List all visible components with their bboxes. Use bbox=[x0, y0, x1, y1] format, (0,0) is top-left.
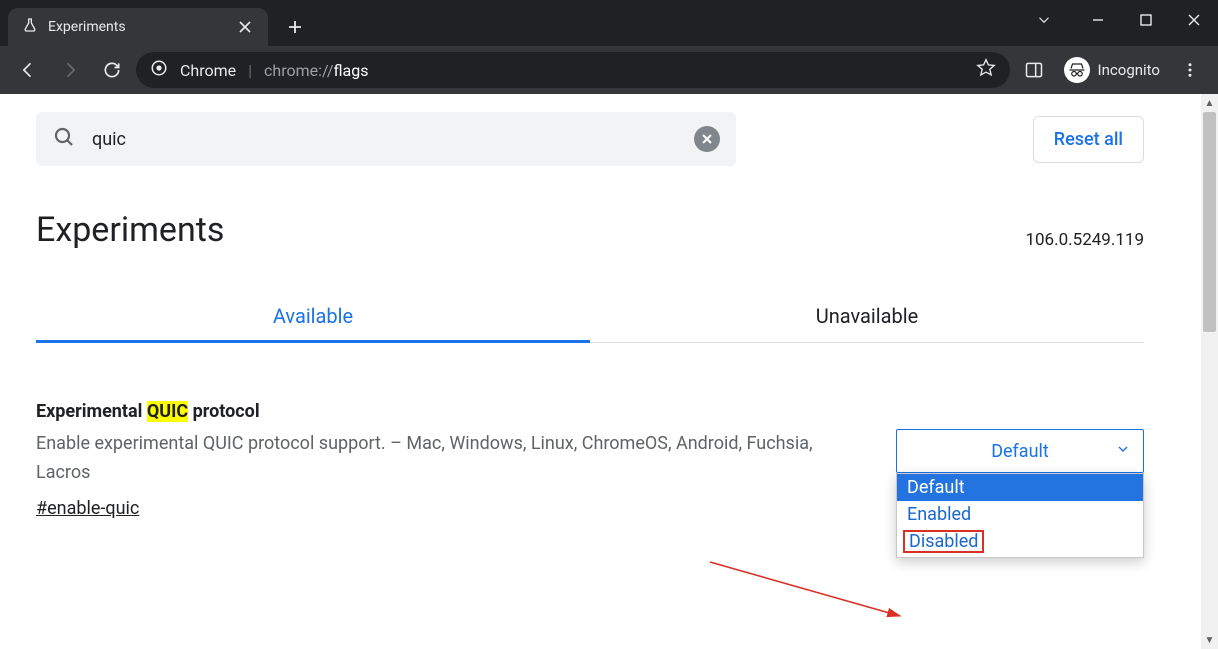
search-icon bbox=[52, 125, 76, 153]
tabs: Available Unavailable bbox=[36, 290, 1144, 343]
flag-title: Experimental QUIC protocol bbox=[36, 401, 866, 422]
search-input[interactable] bbox=[90, 128, 680, 151]
scrollbar[interactable]: ▲ ▼ bbox=[1201, 94, 1218, 649]
toolbar: Chrome | chrome://flags Incognito bbox=[0, 46, 1218, 94]
close-tab-icon[interactable] bbox=[236, 18, 254, 36]
option-enabled[interactable]: Enabled bbox=[897, 501, 1143, 528]
page-title: Experiments bbox=[36, 210, 224, 250]
flag-select-dropdown: Default Enabled Disabled bbox=[896, 473, 1144, 558]
address-bar[interactable]: Chrome | chrome://flags bbox=[136, 52, 1010, 88]
flask-icon bbox=[22, 17, 38, 37]
chevron-down-icon bbox=[1115, 441, 1131, 462]
reload-button[interactable] bbox=[94, 52, 130, 88]
clear-search-icon[interactable] bbox=[694, 126, 720, 152]
tab-search-icon[interactable] bbox=[1020, 0, 1068, 40]
side-panel-icon[interactable] bbox=[1016, 52, 1052, 88]
annotation-arrow bbox=[700, 554, 920, 634]
version-label: 106.0.5249.119 bbox=[1025, 230, 1144, 250]
tab-available[interactable]: Available bbox=[36, 290, 590, 342]
search-box[interactable] bbox=[36, 112, 736, 166]
scroll-down-icon[interactable]: ▼ bbox=[1201, 631, 1218, 649]
page-body: ▲ ▼ Reset all Experiments 106.0.5249.119… bbox=[0, 94, 1218, 649]
omnibox-origin-label: Chrome bbox=[180, 61, 236, 80]
scroll-thumb[interactable] bbox=[1203, 112, 1216, 332]
titlebar: Experiments bbox=[0, 0, 1218, 46]
incognito-label: Incognito bbox=[1098, 61, 1160, 79]
flag-description: Enable experimental QUIC protocol suppor… bbox=[36, 430, 866, 488]
omnibox-separator: | bbox=[248, 61, 252, 80]
incognito-icon bbox=[1064, 57, 1090, 83]
maximize-button[interactable] bbox=[1122, 0, 1170, 40]
tab-title: Experiments bbox=[48, 19, 226, 35]
scroll-up-icon[interactable]: ▲ bbox=[1201, 94, 1218, 112]
option-disabled[interactable]: Disabled bbox=[903, 530, 984, 553]
minimize-button[interactable] bbox=[1074, 0, 1122, 40]
flag-select[interactable]: Default bbox=[896, 429, 1144, 473]
flag-hash-link[interactable]: #enable-quic bbox=[36, 498, 139, 519]
flag-row: Experimental QUIC protocol Enable experi… bbox=[36, 401, 1144, 519]
reset-all-button[interactable]: Reset all bbox=[1033, 116, 1144, 163]
omnibox-url: chrome://flags bbox=[264, 61, 368, 80]
back-button[interactable] bbox=[10, 52, 46, 88]
incognito-badge[interactable]: Incognito bbox=[1058, 57, 1166, 83]
menu-button[interactable] bbox=[1172, 52, 1208, 88]
window-controls bbox=[1020, 0, 1218, 40]
forward-button[interactable] bbox=[52, 52, 88, 88]
bookmark-icon[interactable] bbox=[976, 58, 996, 82]
browser-tab[interactable]: Experiments bbox=[8, 8, 268, 46]
tab-unavailable[interactable]: Unavailable bbox=[590, 290, 1144, 342]
chrome-icon bbox=[150, 59, 168, 81]
option-default[interactable]: Default bbox=[897, 474, 1143, 501]
close-window-button[interactable] bbox=[1170, 0, 1218, 40]
new-tab-button[interactable] bbox=[278, 10, 312, 44]
flag-select-value: Default bbox=[991, 441, 1049, 462]
